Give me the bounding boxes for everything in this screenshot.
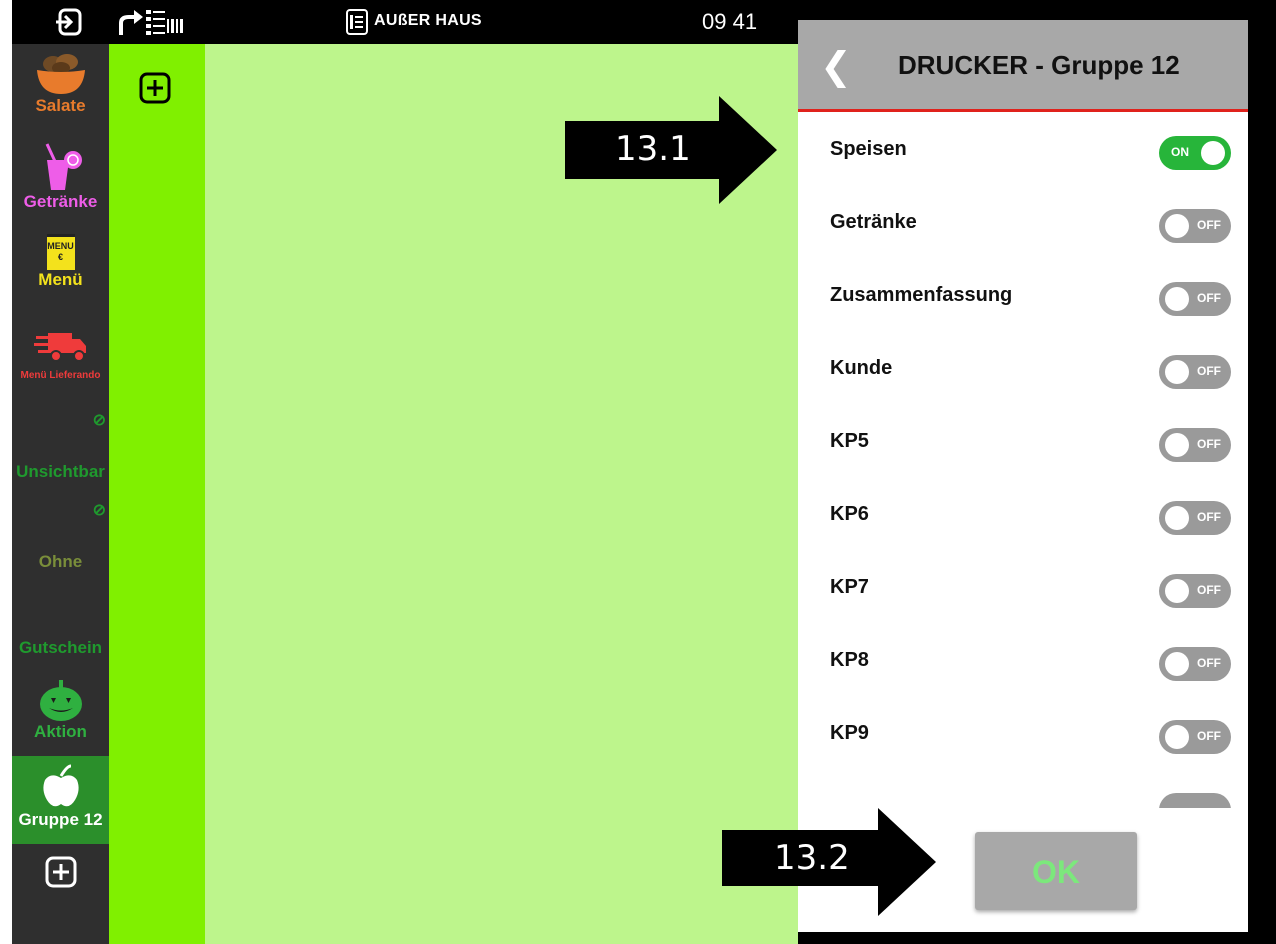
printer-toggle[interactable]: OFF <box>1159 355 1231 389</box>
toggle-state-label: ON <box>1171 145 1189 159</box>
printer-row: KP7 OFF <box>798 550 1248 623</box>
printer-row: KP6 OFF <box>798 477 1248 550</box>
category-gutschein[interactable]: Gutschein <box>12 638 109 658</box>
printer-toggle[interactable]: OFF <box>1159 720 1231 754</box>
category-label: Menü Lieferando <box>20 370 101 381</box>
printer-toggle[interactable]: OFF <box>1159 282 1231 316</box>
printer-name: KP7 <box>830 576 869 598</box>
clock: 09 41 <box>702 9 758 34</box>
printer-name: KP9 <box>830 722 869 744</box>
category-label: Menü <box>38 270 83 289</box>
dialog-title: DRUCKER - Gruppe 12 <box>898 50 1180 80</box>
category-salate[interactable]: Salate <box>12 50 109 116</box>
toggle-knob <box>1165 214 1189 238</box>
toggle-knob <box>1165 433 1189 457</box>
printer-name: Getränke <box>830 211 917 233</box>
printer-row: Speisen ON <box>798 112 1248 185</box>
printer-toggle[interactable] <box>1159 793 1231 808</box>
printer-row: KP8 OFF <box>798 623 1248 696</box>
drink-glass-icon <box>45 143 82 190</box>
category-ohne[interactable]: ⊘ Ohne <box>12 500 109 580</box>
chevron-left-icon[interactable]: ❮ <box>820 44 852 88</box>
annotation-arrow-13-1: 13.1 <box>565 96 777 204</box>
category-unsichtbar[interactable]: ⊘ Unsichtbar <box>12 410 109 481</box>
toggle-state-label: OFF <box>1197 364 1221 378</box>
toggle-knob <box>1201 141 1225 165</box>
printer-name: Zusammenfassung <box>830 284 1013 306</box>
printer-row: Kunde OFF <box>798 331 1248 404</box>
printer-list[interactable]: Speisen ON Getränke OFF Zusammenfassung … <box>798 112 1248 808</box>
menu-card-icon: MENU € <box>46 234 75 270</box>
toggle-knob <box>1165 652 1189 676</box>
annotation-label: 13.2 <box>774 838 850 878</box>
dialog-header: ❮ DRUCKER - Gruppe 12 <box>798 20 1248 112</box>
toggle-knob <box>1165 287 1189 311</box>
app-frame: AUßER HAUS 09 41 Salate Getränke MENU € … <box>12 0 1276 944</box>
category-label: Gruppe 12 <box>18 810 103 829</box>
pumpkin-icon <box>39 680 82 721</box>
printer-toggle[interactable]: OFF <box>1159 501 1231 535</box>
item-strip <box>109 44 205 944</box>
category-label: Gutschein <box>18 638 103 657</box>
toggle-knob <box>1165 725 1189 749</box>
order-list-icon[interactable] <box>345 6 369 38</box>
category-aktion[interactable]: Aktion <box>12 680 109 742</box>
category-label: Unsichtbar <box>16 462 105 481</box>
toggle-state-label: OFF <box>1197 437 1221 451</box>
printer-name: KP5 <box>830 430 869 452</box>
printer-row: Zusammenfassung OFF <box>798 258 1248 331</box>
printer-dialog: ❮ DRUCKER - Gruppe 12 Speisen ON Getränk… <box>798 20 1248 932</box>
salad-bowl-icon <box>36 54 85 94</box>
category-label: Getränke <box>23 192 98 211</box>
toggle-knob <box>1165 360 1189 384</box>
add-category-button[interactable] <box>12 856 109 888</box>
redirect-list-icon[interactable] <box>117 6 197 38</box>
category-sidebar: Salate Getränke MENU € Menü Menü Liefera… <box>12 44 109 944</box>
printer-toggle[interactable]: OFF <box>1159 647 1231 681</box>
toggle-state-label: OFF <box>1197 656 1221 670</box>
printer-row: KP5 OFF <box>798 404 1248 477</box>
category-menue[interactable]: MENU € Menü <box>12 234 109 290</box>
printer-toggle[interactable]: OFF <box>1159 428 1231 462</box>
printer-row: Getränke OFF <box>798 185 1248 258</box>
printer-name: KP8 <box>830 649 869 671</box>
printer-toggle[interactable]: OFF <box>1159 209 1231 243</box>
printer-row-partial <box>798 769 1248 808</box>
ok-button[interactable]: OK <box>975 832 1137 910</box>
printer-row: KP9 OFF <box>798 696 1248 769</box>
printer-toggle[interactable]: ON <box>1159 136 1231 170</box>
printer-name: Speisen <box>830 138 907 160</box>
eye-slash-icon: ⊘ <box>92 502 106 519</box>
plus-square-icon[interactable] <box>139 72 171 104</box>
toggle-state-label: OFF <box>1197 291 1221 305</box>
category-getraenke[interactable]: Getränke <box>12 142 109 212</box>
annotation-label: 13.1 <box>615 129 691 169</box>
order-mode-label[interactable]: AUßER HAUS <box>374 12 482 30</box>
category-label: Ohne <box>38 552 83 571</box>
apple-icon <box>42 764 79 807</box>
ok-button-label: OK <box>1032 854 1080 890</box>
plus-square-icon <box>45 856 76 888</box>
category-menue-lieferando[interactable]: Menü Lieferando <box>12 330 109 381</box>
exit-icon[interactable] <box>52 6 86 38</box>
category-label: Aktion <box>34 722 87 741</box>
toggle-state-label: OFF <box>1197 510 1221 524</box>
printer-name: Kunde <box>830 357 893 379</box>
delivery-truck-icon <box>33 333 86 362</box>
toggle-knob <box>1165 506 1189 530</box>
toggle-state-label: OFF <box>1197 218 1221 232</box>
toggle-state-label: OFF <box>1197 583 1221 597</box>
toggle-knob <box>1165 579 1189 603</box>
category-label: Salate <box>35 96 86 115</box>
top-status-bar: AUßER HAUS 09 41 <box>12 0 798 44</box>
eye-slash-icon: ⊘ <box>92 412 106 429</box>
printer-toggle[interactable]: OFF <box>1159 574 1231 608</box>
category-gruppe-12[interactable]: Gruppe 12 <box>12 756 109 844</box>
toggle-state-label: OFF <box>1197 729 1221 743</box>
printer-name: KP6 <box>830 503 869 525</box>
menu-card-icon-text: MENU € <box>47 241 74 262</box>
annotation-arrow-13-2: 13.2 <box>722 808 936 916</box>
